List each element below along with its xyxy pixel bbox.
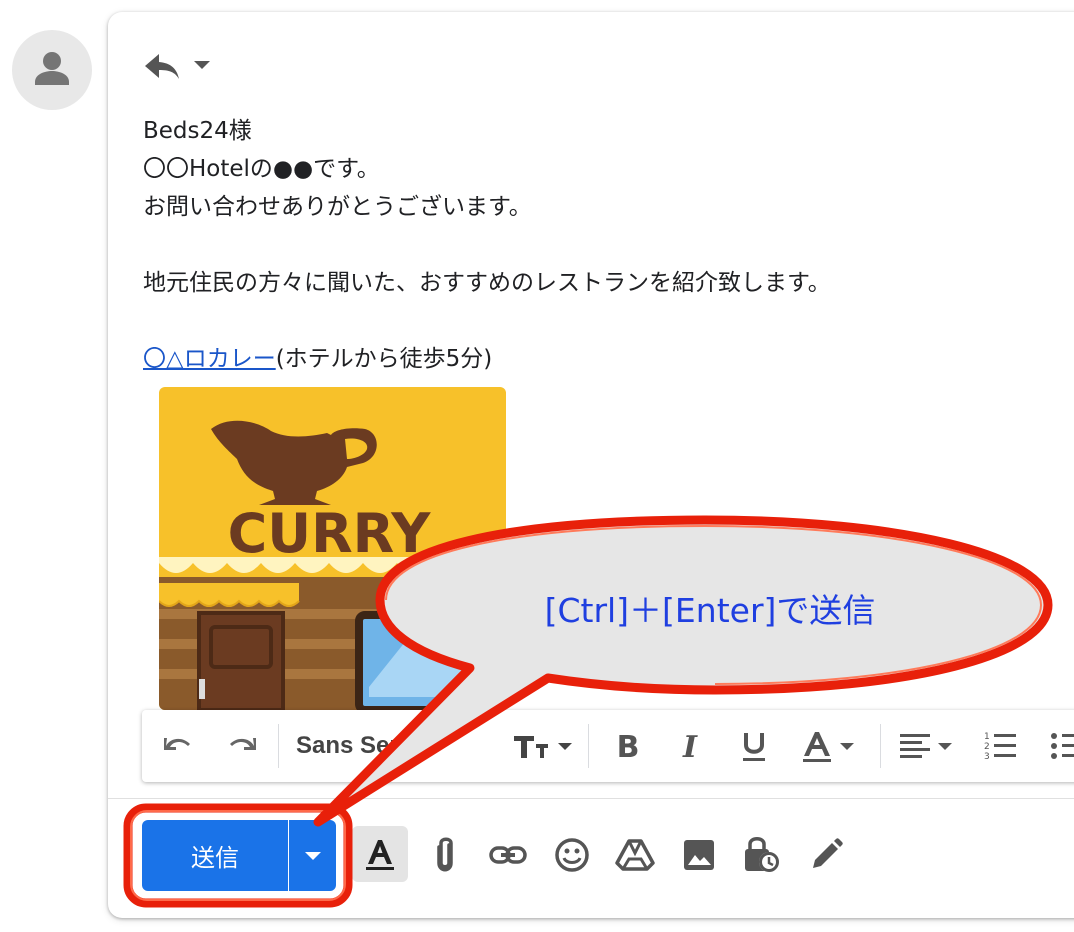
annotation-overlay <box>123 515 1053 908</box>
callout-text: [Ctrl]＋[Enter]で送信 <box>544 591 876 630</box>
speech-bubble <box>313 515 1053 827</box>
